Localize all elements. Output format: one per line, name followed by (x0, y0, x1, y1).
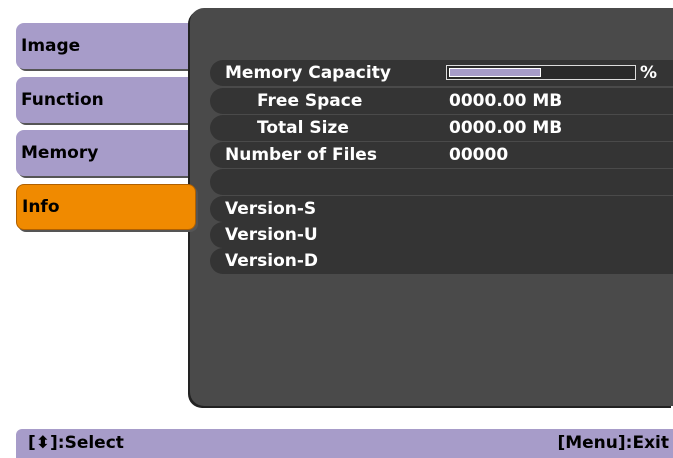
memory-capacity-row: Memory Capacity % (210, 60, 673, 86)
free-space-label: Free Space (257, 91, 363, 111)
tab-function[interactable]: Function (16, 77, 196, 123)
tab-info-label: Info (22, 197, 60, 217)
number-of-files-row: Number of Files 00000 (210, 142, 673, 168)
tab-memory-label: Memory (21, 143, 99, 163)
version-u-label: Version-U (225, 225, 318, 245)
version-d-label: Version-D (225, 251, 319, 271)
memory-capacity-bar (446, 65, 636, 80)
status-bar: [⬍]:Select [Menu]:Exit (16, 429, 673, 458)
number-of-files-label: Number of Files (225, 145, 377, 165)
memory-capacity-unit: % (640, 63, 658, 83)
free-space-row: Free Space 0000.00 MB (210, 88, 673, 114)
tab-function-label: Function (21, 90, 104, 110)
tab-info[interactable]: Info (16, 184, 196, 230)
number-of-files-value: 00000 (449, 145, 509, 165)
exit-hint: [Menu]:Exit (557, 433, 669, 453)
projector-menu-screen: Image Function Memory Info Memory Capaci… (0, 0, 673, 458)
tab-image[interactable]: Image (16, 23, 196, 69)
memory-capacity-label: Memory Capacity (225, 63, 391, 83)
tab-image-label: Image (21, 36, 81, 56)
version-u-row: Version-U (210, 222, 673, 248)
total-size-label: Total Size (257, 118, 349, 138)
version-s-row: Version-S (210, 196, 673, 222)
version-d-row: Version-D (210, 248, 673, 274)
free-space-value: 0000.00 MB (449, 91, 563, 111)
total-size-value: 0000.00 MB (449, 118, 563, 138)
total-size-row: Total Size 0000.00 MB (210, 115, 673, 141)
empty-row (210, 169, 673, 195)
tab-memory[interactable]: Memory (16, 130, 196, 176)
memory-capacity-fill (449, 68, 541, 77)
select-hint: [⬍]:Select (28, 433, 124, 453)
version-s-label: Version-S (225, 199, 317, 219)
